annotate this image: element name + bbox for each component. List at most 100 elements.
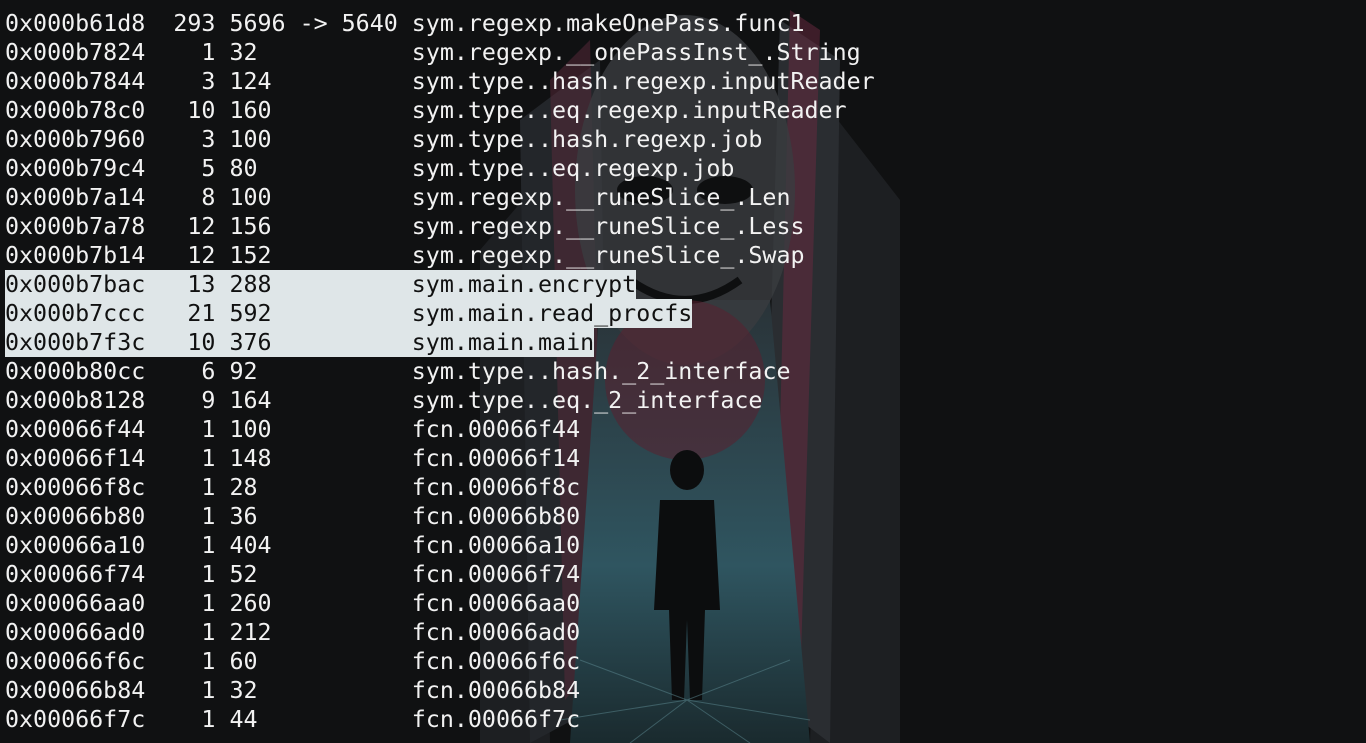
function-size: 376 <box>229 329 272 356</box>
address: 0x00066f74 <box>5 561 146 588</box>
function-name: sym.main.read_procfs <box>411 300 693 327</box>
address: 0x000b7f3c <box>5 329 146 356</box>
basic-block-count: 12 <box>187 213 216 240</box>
basic-block-count: 1 <box>201 561 216 588</box>
address: 0x000b7b14 <box>5 242 146 269</box>
function-size: 52 <box>229 561 258 588</box>
function-row[interactable]: 0x000b8128 9 164 sym.type..eq._2_interfa… <box>5 386 875 415</box>
function-name: sym.regexp.__runeSlice_.Len <box>411 184 791 211</box>
selected-row-highlight: 0x000b7bac 13 288 sym.main.encrypt <box>5 270 637 299</box>
function-row[interactable]: 0x00066f6c 1 60 fcn.00066f6c <box>5 647 875 676</box>
basic-block-count: 1 <box>201 648 216 675</box>
function-row[interactable]: 0x00066f14 1 148 fcn.00066f14 <box>5 444 875 473</box>
function-size: 288 <box>229 271 272 298</box>
function-name: fcn.00066b80 <box>411 503 581 530</box>
function-row[interactable]: 0x00066f44 1 100 fcn.00066f44 <box>5 415 875 444</box>
basic-block-count: 3 <box>201 68 216 95</box>
function-name: sym.type..eq.regexp.inputReader <box>411 97 847 124</box>
function-row[interactable]: 0x000b7824 1 32 sym.regexp.__onePassInst… <box>5 38 875 67</box>
function-size: 404 <box>229 532 272 559</box>
basic-block-count: 1 <box>201 474 216 501</box>
address: 0x000b79c4 <box>5 155 146 182</box>
function-name: fcn.00066f44 <box>411 416 581 443</box>
function-name: sym.type..hash.regexp.inputReader <box>411 68 875 95</box>
function-row[interactable]: 0x000b7bac 13 288 sym.main.encrypt <box>5 270 875 299</box>
function-row[interactable]: 0x000b7844 3 124 sym.type..hash.regexp.i… <box>5 67 875 96</box>
function-name: sym.regexp.__onePassInst_.String <box>411 39 861 66</box>
basic-block-count: 1 <box>201 590 216 617</box>
function-row[interactable]: 0x00066f74 1 52 fcn.00066f74 <box>5 560 875 589</box>
function-row[interactable]: 0x000b7a14 8 100 sym.regexp.__runeSlice_… <box>5 183 875 212</box>
function-row[interactable]: 0x000b7a78 12 156 sym.regexp.__runeSlice… <box>5 212 875 241</box>
address: 0x00066aa0 <box>5 590 146 617</box>
function-row[interactable]: 0x00066aa0 1 260 fcn.00066aa0 <box>5 589 875 618</box>
function-row[interactable]: 0x00066a10 1 404 fcn.00066a10 <box>5 531 875 560</box>
address: 0x000b7960 <box>5 126 146 153</box>
address: 0x000b7a14 <box>5 184 146 211</box>
function-size: 212 <box>229 619 272 646</box>
basic-block-count: 12 <box>187 242 216 269</box>
function-name: fcn.00066f74 <box>411 561 581 588</box>
function-name: fcn.00066f8c <box>411 474 581 501</box>
function-name: fcn.00066a10 <box>411 532 581 559</box>
function-size: 80 <box>229 155 258 182</box>
function-row[interactable]: 0x00066f7c 1 44 fcn.00066f7c <box>5 705 875 734</box>
basic-block-count: 1 <box>201 39 216 66</box>
address: 0x00066f8c <box>5 474 146 501</box>
function-name: fcn.00066f14 <box>411 445 581 472</box>
function-row[interactable]: 0x000b7b14 12 152 sym.regexp.__runeSlice… <box>5 241 875 270</box>
address: 0x00066f6c <box>5 648 146 675</box>
basic-block-count: 6 <box>201 358 216 385</box>
function-name: sym.regexp.__runeSlice_.Swap <box>411 242 805 269</box>
function-size: 156 <box>229 213 272 240</box>
address: 0x00066f7c <box>5 706 146 733</box>
basic-block-count: 1 <box>201 619 216 646</box>
function-name: sym.main.encrypt <box>411 271 637 298</box>
function-name: sym.regexp.makeOnePass.func1 <box>411 10 805 37</box>
function-name: fcn.00066f7c <box>411 706 581 733</box>
function-name: fcn.00066ad0 <box>411 619 581 646</box>
function-size: 152 <box>229 242 272 269</box>
function-row[interactable]: 0x00066ad0 1 212 fcn.00066ad0 <box>5 618 875 647</box>
basic-block-count: 10 <box>187 97 216 124</box>
function-name: sym.regexp.__runeSlice_.Less <box>411 213 805 240</box>
terminal-window[interactable]: 0x000b61d8 293 5696 -> 5640 sym.regexp.m… <box>0 0 1366 743</box>
function-name: sym.type..eq._2_interface <box>411 387 763 414</box>
basic-block-count: 1 <box>201 503 216 530</box>
function-size: 32 <box>229 39 258 66</box>
address: 0x000b7844 <box>5 68 146 95</box>
function-size: 92 <box>229 358 258 385</box>
function-name: fcn.00066aa0 <box>411 590 581 617</box>
function-size: 100 <box>229 184 272 211</box>
function-row[interactable]: 0x000b61d8 293 5696 -> 5640 sym.regexp.m… <box>5 9 875 38</box>
function-size: 160 <box>229 97 272 124</box>
address: 0x000b61d8 <box>5 10 146 37</box>
basic-block-count: 1 <box>201 677 216 704</box>
basic-block-count: 3 <box>201 126 216 153</box>
address: 0x00066ad0 <box>5 619 146 646</box>
basic-block-count: 1 <box>201 445 216 472</box>
address: 0x000b78c0 <box>5 97 146 124</box>
basic-block-count: 10 <box>187 329 216 356</box>
function-row[interactable]: 0x00066b80 1 36 fcn.00066b80 <box>5 502 875 531</box>
function-size: 124 <box>229 68 272 95</box>
function-size: 592 <box>229 300 272 327</box>
function-name: sym.main.main <box>411 329 595 356</box>
function-row[interactable]: 0x000b79c4 5 80 sym.type..eq.regexp.job <box>5 154 875 183</box>
basic-block-count: 1 <box>201 416 216 443</box>
function-row[interactable]: 0x000b7ccc 21 592 sym.main.read_procfs <box>5 299 875 328</box>
function-row[interactable]: 0x000b78c0 10 160 sym.type..eq.regexp.in… <box>5 96 875 125</box>
function-row[interactable]: 0x000b7960 3 100 sym.type..hash.regexp.j… <box>5 125 875 154</box>
address: 0x000b7ccc <box>5 300 146 327</box>
function-row[interactable]: 0x000b7f3c 10 376 sym.main.main <box>5 328 875 357</box>
address: 0x00066b84 <box>5 677 146 704</box>
function-row[interactable]: 0x00066b84 1 32 fcn.00066b84 <box>5 676 875 705</box>
address: 0x00066a10 <box>5 532 146 559</box>
function-size: 44 <box>229 706 258 733</box>
function-name: fcn.00066f6c <box>411 648 581 675</box>
function-row[interactable]: 0x00066f8c 1 28 fcn.00066f8c <box>5 473 875 502</box>
basic-block-count: 9 <box>201 387 216 414</box>
address: 0x000b7bac <box>5 271 146 298</box>
function-row[interactable]: 0x000b80cc 6 92 sym.type..hash._2_interf… <box>5 357 875 386</box>
function-list: 0x000b61d8 293 5696 -> 5640 sym.regexp.m… <box>5 9 875 734</box>
